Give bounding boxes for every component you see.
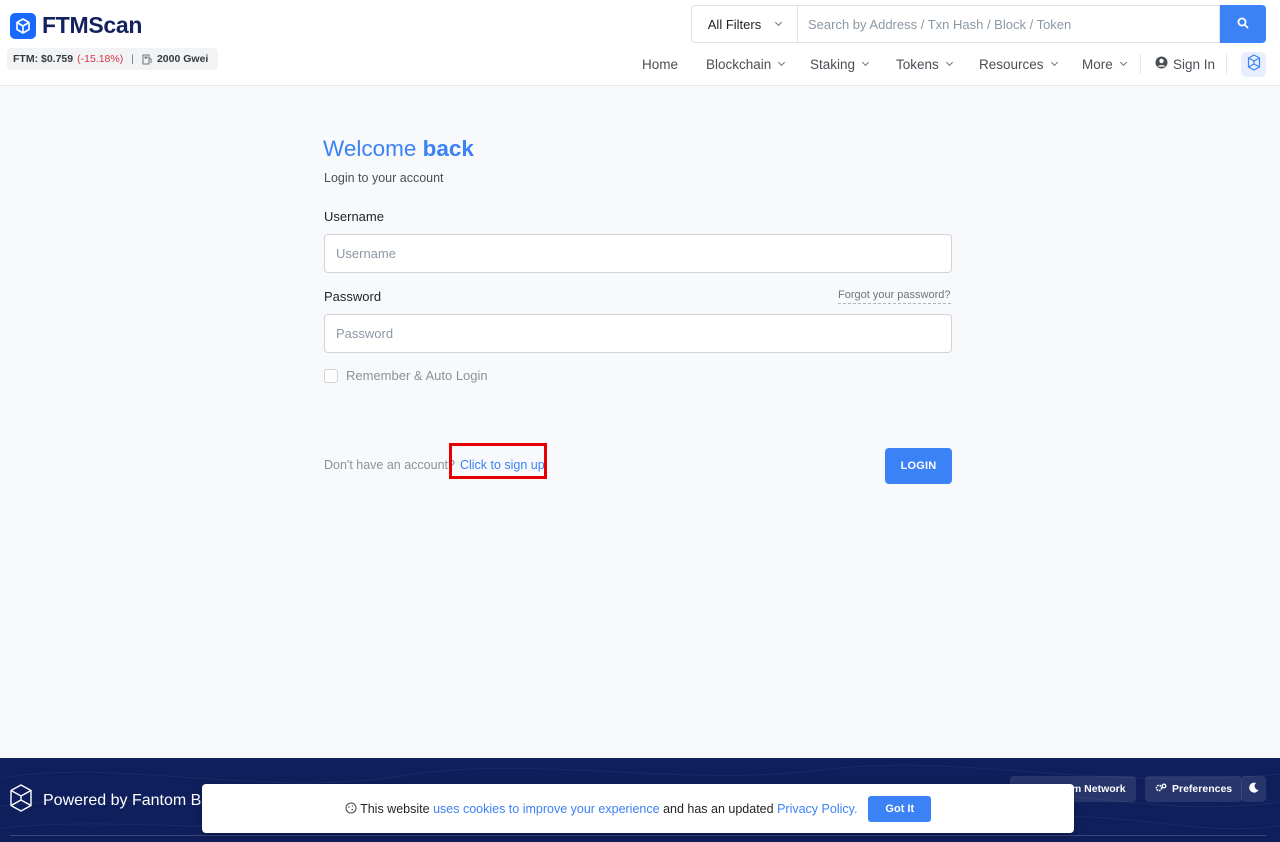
nav-resources[interactable]: Resources [979, 52, 1058, 76]
page-subtitle: Login to your account [324, 171, 444, 185]
privacy-policy-link[interactable]: Privacy Policy. [777, 802, 857, 816]
chevron-down-icon [778, 58, 786, 67]
chevron-down-icon [775, 18, 783, 27]
nav-sign-in-label: Sign In [1173, 56, 1216, 72]
nav-sign-in[interactable]: Sign In [1155, 52, 1215, 76]
ftm-price[interactable]: FTM: $0.759 [13, 53, 73, 65]
dark-mode-toggle[interactable] [1241, 776, 1266, 802]
price-ticker: FTM: $0.759 (-15.18%) | 2000 Gwei [7, 48, 219, 70]
fantom-logo-icon [1247, 53, 1261, 76]
price-change: (-15.18%) [77, 53, 124, 65]
network-switch-button[interactable] [1241, 52, 1266, 77]
brand-name: FTMScan [42, 12, 143, 38]
remember-checkbox[interactable] [324, 368, 338, 383]
search-input[interactable] [797, 5, 1220, 43]
search-button[interactable] [1220, 5, 1266, 43]
nav-staking-label: Staking [810, 56, 856, 72]
nav-more[interactable]: More [1082, 52, 1127, 76]
cookie-text-2: and has an updated [663, 801, 774, 816]
title-bold: back [422, 136, 474, 161]
nav-divider [1226, 54, 1227, 74]
nav-blockchain-label: Blockchain [706, 56, 772, 72]
footer-divider [10, 835, 1266, 836]
title-light: Welcome [323, 136, 423, 161]
page-title: Welcome back [323, 136, 474, 162]
nav-more-label: More [1082, 56, 1113, 72]
ticker-divider: | [131, 53, 134, 65]
nav-tokens[interactable]: Tokens [896, 52, 953, 76]
remember-option: Remember & Auto Login [324, 368, 488, 383]
nav-blockchain[interactable]: Blockchain [706, 52, 786, 76]
chevron-down-icon [1119, 58, 1127, 67]
nav-home-label: Home [642, 56, 679, 72]
moon-icon [1248, 782, 1259, 796]
password-label: Password [324, 289, 382, 304]
username-label: Username [324, 209, 384, 224]
cookie-banner: This website uses cookies to improve you… [202, 784, 1074, 833]
filter-label: All Filters [707, 16, 762, 32]
user-circle-icon [1155, 56, 1168, 72]
gas-pump-icon [142, 54, 153, 65]
remember-label: Remember & Auto Login [346, 368, 488, 383]
search-icon [1237, 17, 1249, 32]
nav-tokens-label: Tokens [896, 56, 939, 72]
annotation-highlight-box [449, 443, 547, 479]
gas-price[interactable]: 2000 Gwei [157, 53, 208, 65]
chevron-down-icon [861, 58, 870, 67]
cookie-icon [345, 801, 360, 816]
cookie-policy-link[interactable]: uses cookies to improve your experience [433, 802, 660, 816]
preferences-button[interactable]: Preferences [1145, 776, 1243, 802]
no-account-text: Don't have an account? [324, 458, 455, 472]
username-input[interactable] [324, 234, 952, 273]
nav-staking[interactable]: Staking [810, 52, 870, 76]
nav-divider [1140, 54, 1141, 74]
got-it-button[interactable]: Got It [868, 795, 932, 822]
nav-home[interactable]: Home [642, 52, 678, 76]
forgot-password-link[interactable]: Forgot your password? [838, 289, 951, 304]
chevron-down-icon [1050, 58, 1058, 67]
cookie-text-1: This website [360, 801, 430, 816]
preferences-label: Preferences [1172, 783, 1233, 795]
search-bar: All Filters [691, 5, 1266, 43]
filter-dropdown[interactable]: All Filters [691, 5, 797, 43]
cube-logo-icon [10, 12, 36, 39]
gears-icon [1155, 783, 1167, 796]
fantom-logo-icon [10, 784, 32, 817]
site-header: FTMScan FTM: $0.759 (-15.18%) | 2000 Gwe… [0, 0, 1280, 86]
login-button[interactable]: LOGIN [885, 448, 952, 484]
logo[interactable]: FTMScan [10, 12, 142, 39]
cookie-text: This website uses cookies to improve you… [345, 801, 857, 816]
password-input[interactable] [324, 314, 952, 353]
chevron-down-icon [945, 58, 953, 67]
nav-resources-label: Resources [979, 56, 1044, 72]
